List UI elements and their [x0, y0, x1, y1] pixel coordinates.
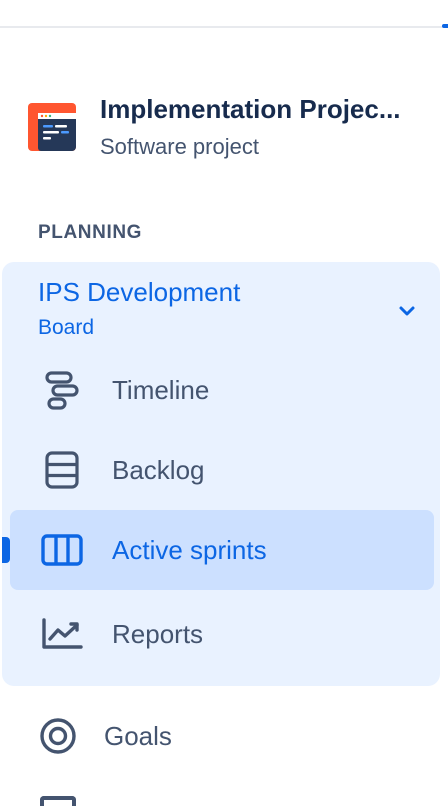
backlog-icon	[40, 448, 84, 492]
target-icon	[36, 714, 80, 758]
project-sidebar: Implementation Projec... Software projec…	[0, 0, 448, 806]
board-type: Board	[38, 316, 95, 339]
sidebar-item-reports[interactable]: Reports	[10, 594, 434, 674]
board-columns-icon	[40, 528, 84, 572]
sidebar-item-label: Timeline	[112, 375, 210, 405]
timeline-icon	[40, 368, 84, 412]
top-divider	[0, 26, 448, 28]
chart-line-icon	[40, 612, 84, 656]
sidebar-item-label: Active sprints	[112, 535, 267, 565]
sidebar-item-goals[interactable]: Goals	[28, 696, 428, 776]
project-type: Software project	[100, 134, 259, 159]
next-item-icon	[40, 796, 76, 806]
sidebar-item-active-sprints[interactable]: Active sprints	[2, 510, 434, 590]
sidebar-item-label: Goals	[104, 720, 172, 751]
board-name: IPS Development	[38, 277, 241, 307]
resize-handle[interactable]	[442, 24, 448, 28]
sidebar-item-label: Reports	[112, 619, 204, 649]
sidebar-item-backlog[interactable]: Backlog	[10, 430, 434, 510]
active-indicator	[2, 537, 10, 563]
project-avatar-icon	[28, 103, 76, 151]
board-group: IPS Development Board Timeline Backlog A…	[2, 262, 440, 686]
sidebar-item-label: Backlog	[112, 455, 205, 485]
board-selector[interactable]: IPS Development Board	[38, 274, 418, 354]
project-header[interactable]: Implementation Projec... Software projec…	[28, 92, 448, 172]
sidebar-item-timeline[interactable]: Timeline	[10, 350, 434, 430]
project-info: Implementation Projec... Software projec…	[100, 92, 432, 162]
project-name: Implementation Projec...	[100, 94, 401, 124]
chevron-down-icon[interactable]	[396, 300, 418, 322]
planning-heading: PLANNING	[38, 222, 143, 243]
